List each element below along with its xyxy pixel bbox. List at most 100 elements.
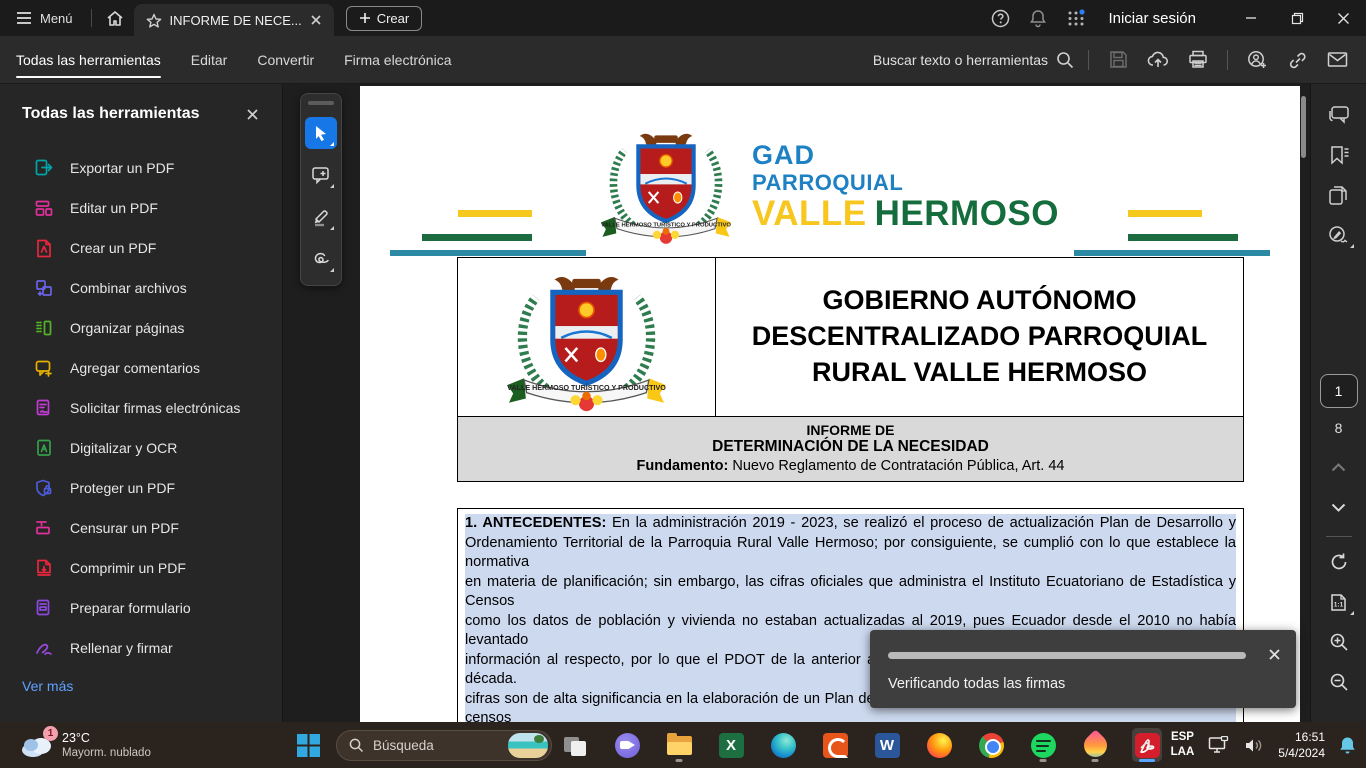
tab-edit[interactable]: Editar	[191, 36, 228, 83]
search-tools-button[interactable]: Buscar texto o herramientas	[873, 51, 1074, 69]
person-add-icon	[1247, 50, 1268, 70]
clock[interactable]: 16:51 5/4/2024	[1278, 729, 1325, 761]
bookmarks-panel-button[interactable]	[1322, 138, 1356, 172]
tab-close-icon[interactable]	[310, 14, 322, 26]
tool-item-edit-pdf[interactable]: Editar un PDF	[0, 188, 282, 228]
tab-convert[interactable]: Convertir	[257, 36, 314, 83]
close-icon	[1268, 648, 1281, 661]
tool-item-combine-files[interactable]: Combinar archivos	[0, 268, 282, 308]
tool-item-protect-pdf[interactable]: Proteger un PDF	[0, 468, 282, 508]
taskbar-app-excel[interactable]: X	[716, 728, 746, 762]
tool-item-compress-pdf[interactable]: Comprimir un PDF	[0, 548, 282, 588]
refresh-icon	[1329, 552, 1349, 572]
taskbar-app-paint-droplet[interactable]	[1080, 728, 1110, 762]
tool-item-label: Digitalizar y OCR	[70, 440, 177, 456]
comments-icon	[1328, 105, 1350, 125]
signature-verification-toast: Verificando todas las firmas	[870, 630, 1296, 708]
weather-widget[interactable]: 1 23°C Mayorm. nublado	[14, 722, 157, 768]
add-people-button[interactable]	[1242, 45, 1272, 75]
toast-message: Verificando todas las firmas	[888, 676, 1065, 692]
restore-button[interactable]	[1274, 0, 1320, 36]
menu-button[interactable]: Menú	[0, 11, 87, 26]
taskbar-app-word[interactable]: W	[872, 728, 902, 762]
zoom-in-button[interactable]	[1322, 625, 1356, 659]
decorative-line	[1128, 210, 1202, 217]
cloud-upload-icon	[1147, 50, 1169, 69]
paragraph-line: en materia de planificación; sin embargo…	[465, 573, 1236, 612]
taskbar-app-chrome[interactable]	[976, 728, 1006, 762]
taskbar-app-file-explorer[interactable]	[664, 728, 694, 762]
tool-item-redact-pdf[interactable]: Censurar un PDF	[0, 508, 282, 548]
draw-tool-button[interactable]	[305, 243, 337, 275]
comments-panel-button[interactable]	[1322, 98, 1356, 132]
email-button[interactable]	[1322, 45, 1352, 75]
page-fit-button[interactable]: 1:1	[1322, 585, 1356, 619]
tool-item-prepare-form[interactable]: Preparar formulario	[0, 588, 282, 628]
taskbar-app-chat[interactable]	[612, 728, 642, 762]
report-title-band: INFORME DE DETERMINACIÓN DE LA NECESIDAD…	[458, 416, 1243, 481]
notifications-button[interactable]	[1022, 2, 1054, 34]
language-indicator[interactable]: ESP LAA	[1171, 730, 1195, 760]
share-upload-button[interactable]	[1143, 45, 1173, 75]
highlight-tool-button[interactable]	[305, 201, 337, 233]
vertical-scrollbar-thumb[interactable]	[1301, 96, 1306, 158]
decorative-line	[1128, 234, 1238, 241]
paragraph-line: Ordenamiento Territorial de la Parroquia…	[465, 534, 1236, 573]
previous-page-button[interactable]	[1322, 450, 1356, 484]
share-link-button[interactable]	[1282, 45, 1312, 75]
network-icon[interactable]	[1208, 736, 1230, 754]
toolbar-grip[interactable]	[308, 101, 334, 105]
notification-bell-icon[interactable]	[1339, 736, 1356, 755]
print-button[interactable]	[1183, 45, 1213, 75]
document-viewport[interactable]: VALLE HERMOSO TURÍSTICO Y PRODUCTIVO GAD…	[283, 84, 1310, 722]
taskbar-app-spotify[interactable]	[1028, 728, 1058, 762]
help-button[interactable]	[984, 2, 1016, 34]
toast-close-button[interactable]	[1264, 644, 1284, 664]
apps-grid-button[interactable]	[1060, 2, 1092, 34]
tab-all-tools[interactable]: Todas las herramientas	[16, 36, 161, 83]
close-window-button[interactable]	[1320, 0, 1366, 36]
tools-panel-close-button[interactable]	[240, 102, 264, 126]
taskbar-app-foxit-pdf[interactable]	[820, 728, 850, 762]
tool-item-create-pdf[interactable]: Crear un PDF	[0, 228, 282, 268]
create-button[interactable]: Crear	[346, 6, 423, 31]
tab-esign[interactable]: Firma electrónica	[344, 36, 451, 83]
decorative-line	[1074, 250, 1270, 256]
taskbar-search[interactable]: Búsqueda	[336, 730, 552, 761]
add-comment-tool-button[interactable]	[305, 159, 337, 191]
tray-overflow-button[interactable]	[1137, 741, 1157, 749]
document-tab[interactable]: INFORME DE NECE...	[134, 4, 334, 36]
page-number-input[interactable]: 1	[1320, 374, 1358, 408]
rotate-refresh-button[interactable]	[1322, 545, 1356, 579]
select-tool-button[interactable]	[305, 117, 337, 149]
tool-item-scan-ocr[interactable]: Digitalizar y OCR	[0, 428, 282, 468]
next-page-button[interactable]	[1322, 490, 1356, 524]
tool-item-fill-sign[interactable]: Rellenar y firmar	[0, 628, 282, 668]
pdf-page: VALLE HERMOSO TURÍSTICO Y PRODUCTIVO GAD…	[360, 86, 1300, 722]
plus-icon	[359, 12, 371, 24]
brand-parroquial: PARROQUIAL	[752, 172, 1059, 194]
zoom-out-button[interactable]	[1322, 665, 1356, 699]
taskbar-app-edge[interactable]	[768, 728, 798, 762]
volume-icon[interactable]	[1244, 737, 1264, 754]
search-icon	[1056, 51, 1074, 69]
tool-item-export-pdf[interactable]: Exportar un PDF	[0, 148, 282, 188]
tool-item-request-signatures[interactable]: Solicitar firmas electrónicas	[0, 388, 282, 428]
tool-item-organize-pages[interactable]: Organizar páginas	[0, 308, 282, 348]
save-button[interactable]	[1103, 45, 1133, 75]
highlighter-icon	[311, 207, 331, 227]
weather-desc: Mayorm. nublado	[62, 747, 151, 759]
minimize-icon	[1245, 12, 1257, 24]
start-button[interactable]	[296, 733, 321, 763]
signatures-panel-button[interactable]	[1322, 218, 1356, 252]
page-thumbnails-button[interactable]	[1322, 178, 1356, 212]
quick-tools-toolbar	[300, 93, 342, 286]
sign-in-button[interactable]: Iniciar sesión	[1108, 10, 1196, 27]
taskbar-app-task-view[interactable]	[560, 728, 590, 762]
tool-item-label: Proteger un PDF	[70, 480, 175, 496]
taskbar-app-firefox[interactable]	[924, 728, 954, 762]
see-more-link[interactable]: Ver más	[0, 668, 282, 694]
home-button[interactable]	[96, 10, 134, 27]
tool-item-add-comments[interactable]: Agregar comentarios	[0, 348, 282, 388]
minimize-button[interactable]	[1228, 0, 1274, 36]
